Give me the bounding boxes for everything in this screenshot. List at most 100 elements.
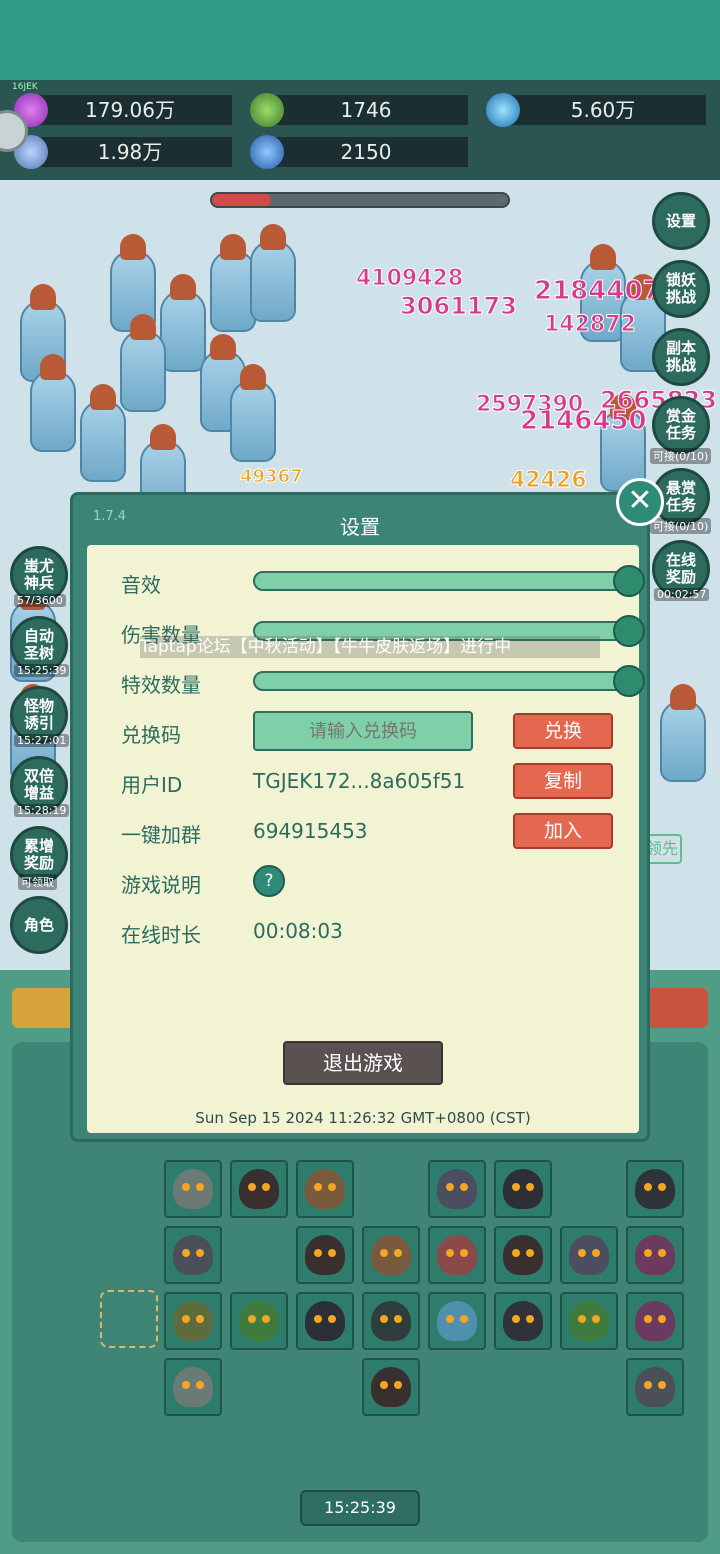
damage-count-slider-knob[interactable] xyxy=(613,615,645,647)
redeem-button[interactable]: 兑换 xyxy=(513,713,613,749)
green-crystal-counter: 1746 xyxy=(250,93,468,127)
damage-number: 42426 xyxy=(510,468,588,494)
character-button[interactable]: 角色 xyxy=(10,896,68,954)
bull-monster-icon xyxy=(305,1169,345,1209)
board-cell[interactable] xyxy=(494,1292,552,1350)
board-cell[interactable] xyxy=(164,1160,222,1218)
bounty-task-status: 可接(0/10) xyxy=(650,448,712,464)
group-number: 694915453 xyxy=(253,819,368,843)
spade-monster-icon xyxy=(371,1301,411,1341)
shadow-monster-icon xyxy=(305,1301,345,1341)
ice-monster-icon xyxy=(437,1301,477,1341)
board-cell[interactable] xyxy=(296,1292,354,1350)
damage-number: 2184407 xyxy=(534,276,662,307)
user-id-label: 用户ID xyxy=(121,773,183,797)
damage-number: 4109428 xyxy=(355,266,464,292)
board-cell[interactable] xyxy=(296,1160,354,1218)
right-tab-strip[interactable] xyxy=(648,988,708,1028)
penguin-enemy xyxy=(230,364,276,462)
exit-game-button[interactable]: 退出游戏 xyxy=(283,1041,443,1085)
datetime-label: Sun Sep 15 2024 11:26:32 GMT+0800 (CST) xyxy=(195,1109,531,1127)
scroll-counter: 1.98万 xyxy=(14,135,232,169)
auto-tree-timer: 15:25:39 xyxy=(14,664,70,677)
scroll-value: 1.98万 xyxy=(97,140,163,164)
plant-monster-icon xyxy=(173,1301,213,1341)
join-button[interactable]: 加入 xyxy=(513,813,613,849)
board-cell[interactable] xyxy=(626,1292,684,1350)
board-cell[interactable] xyxy=(362,1226,420,1284)
lava-blob-monster-icon xyxy=(371,1367,411,1407)
redeem-label: 兑换码 xyxy=(121,723,181,747)
board-cell[interactable] xyxy=(428,1160,486,1218)
board-cell[interactable] xyxy=(626,1226,684,1284)
board-cell[interactable] xyxy=(560,1226,618,1284)
resource-bar: 16JEK 179.06万 1746 5.60万 1.98万 2150 xyxy=(0,80,720,180)
close-icon[interactable]: ✕ xyxy=(616,478,664,526)
board-cell[interactable] xyxy=(560,1292,618,1350)
copy-button[interactable]: 复制 xyxy=(513,763,613,799)
lava-blob-monster-icon xyxy=(503,1235,543,1275)
announcement-marquee: Taptap论坛【中秋活动】【牛牛皮肤返场】进行中 xyxy=(140,636,600,658)
user-id-value: TGJEK172...8a605f51 xyxy=(253,769,466,793)
orb-value: 5.60万 xyxy=(570,98,636,122)
status-area xyxy=(0,0,720,80)
bat-monster-icon xyxy=(437,1169,477,1209)
board-cell[interactable] xyxy=(362,1358,420,1416)
board-cell[interactable] xyxy=(164,1358,222,1416)
board-clock: 15:25:39 xyxy=(300,1490,420,1526)
help-icon[interactable]: ? xyxy=(253,865,285,897)
bull-monster-icon xyxy=(371,1235,411,1275)
settings-button[interactable]: 设置 xyxy=(652,192,710,250)
lava-blob-monster-icon xyxy=(239,1169,279,1209)
hooded-monster-icon xyxy=(173,1235,213,1275)
online-time-value: 00:08:03 xyxy=(253,919,343,943)
penguin-enemy xyxy=(30,354,76,452)
board-cell[interactable] xyxy=(428,1226,486,1284)
board-cell[interactable] xyxy=(230,1292,288,1350)
spider-monster-icon xyxy=(503,1301,543,1341)
board-cell[interactable] xyxy=(494,1160,552,1218)
server-tag: 16JEK xyxy=(12,82,38,92)
dialog-title: 设置 xyxy=(340,515,380,539)
board-cell[interactable] xyxy=(296,1226,354,1284)
board-cell[interactable] xyxy=(230,1160,288,1218)
blue-crystal-icon xyxy=(250,135,284,169)
chiyou-weapon-progress: 57/3600 xyxy=(14,594,66,607)
effects-count-label: 特效数量 xyxy=(121,673,201,697)
sound-slider-knob[interactable] xyxy=(613,565,645,597)
boss-hp-bar xyxy=(210,192,510,208)
sound-label: 音效 xyxy=(121,573,161,597)
board-cell[interactable] xyxy=(626,1358,684,1416)
damage-number: 49367 xyxy=(240,466,304,488)
dungeon-challenge-button[interactable]: 副本 挑战 xyxy=(652,328,710,386)
bounty-task-button[interactable]: 赏金 任务 xyxy=(652,396,710,454)
demon-lock-challenge-button[interactable]: 锁妖 挑战 xyxy=(652,260,710,318)
effects-count-slider-knob[interactable] xyxy=(613,665,645,697)
empty-slot[interactable] xyxy=(100,1290,158,1348)
board-cell[interactable] xyxy=(428,1292,486,1350)
damage-number: 3061173 xyxy=(400,292,518,321)
sound-slider[interactable] xyxy=(253,565,645,597)
left-tab-strip[interactable] xyxy=(12,988,78,1028)
online-reward-timer: 00:02:57 xyxy=(654,588,710,601)
online-time-label: 在线时长 xyxy=(121,923,201,947)
penguin-enemy xyxy=(160,274,206,372)
settings-panel: 音效 伤害数量 特效数量 兑换码 兑换 用户ID TGJEK172...8a60… xyxy=(87,545,645,1133)
board-cell[interactable] xyxy=(494,1226,552,1284)
orb-icon xyxy=(486,93,520,127)
mantis-monster-icon xyxy=(239,1301,279,1341)
golem-monster-icon xyxy=(173,1169,213,1209)
reward-task-status: 可接(0/10) xyxy=(650,518,712,534)
golem-monster-icon xyxy=(173,1367,213,1407)
board-cell[interactable] xyxy=(164,1226,222,1284)
penguin-enemy xyxy=(660,684,706,782)
cumulative-reward-status: 可领取 xyxy=(18,874,57,890)
board-cell[interactable] xyxy=(626,1160,684,1218)
damage-number: 142872 xyxy=(544,312,637,338)
effects-count-slider[interactable] xyxy=(253,665,645,697)
board-cell[interactable] xyxy=(362,1292,420,1350)
blue-crystal-value: 2150 xyxy=(340,140,392,164)
board-cell[interactable] xyxy=(164,1292,222,1350)
blue-crystal-counter: 2150 xyxy=(250,135,468,169)
redeem-code-input[interactable] xyxy=(253,711,473,751)
